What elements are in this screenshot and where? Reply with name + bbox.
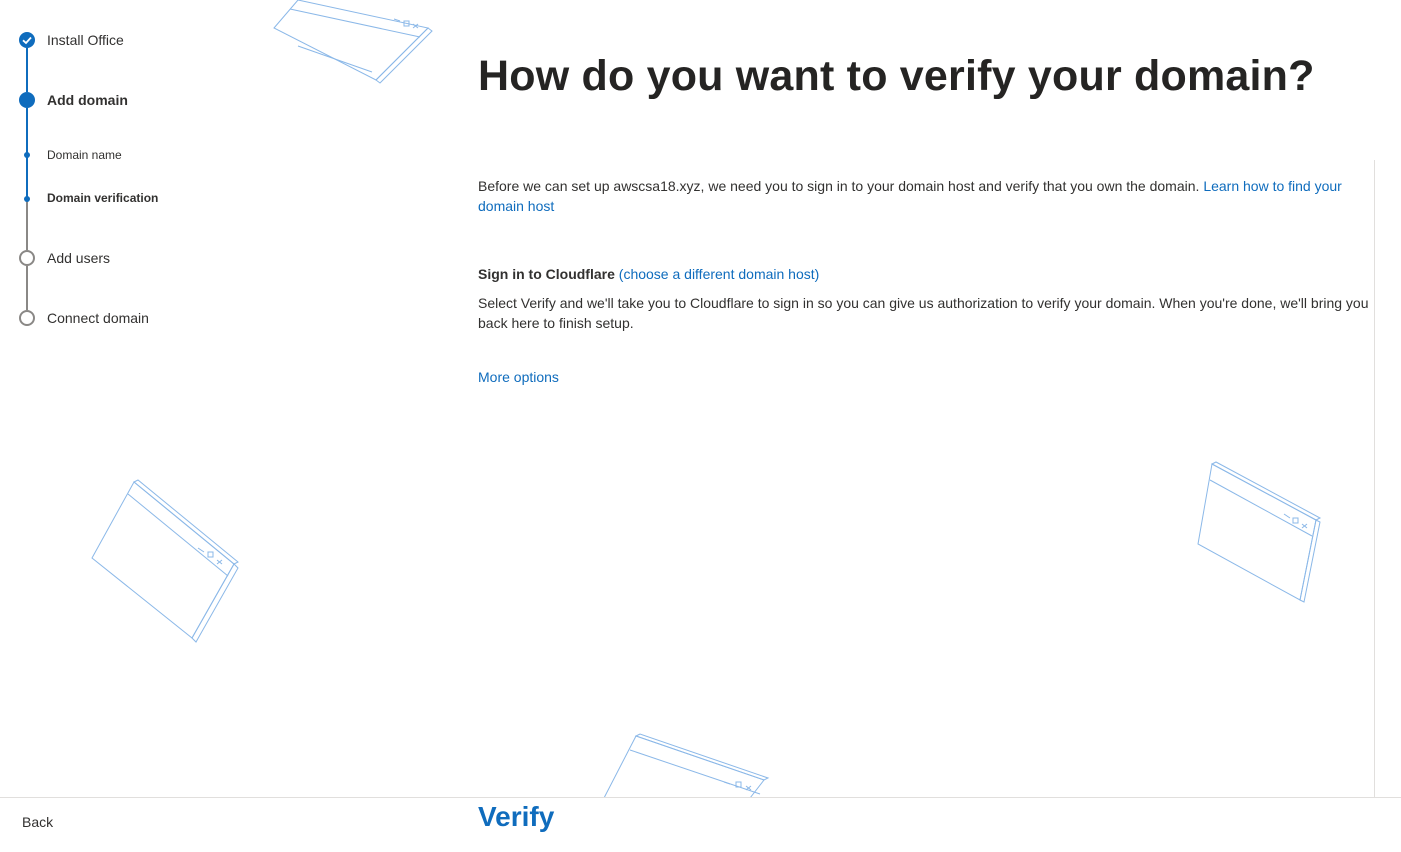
signin-heading-row: Sign in to Cloudflare (choose a differen…	[478, 266, 819, 282]
step-pending-icon	[19, 250, 35, 266]
substep-dot-icon	[24, 196, 30, 202]
step-add-domain: Add domain	[47, 92, 128, 108]
substep-domain-name: Domain name	[47, 148, 122, 162]
stepper-connector	[26, 266, 28, 310]
intro-paragraph: Before we can set up awscsa18.xyz, we ne…	[478, 176, 1358, 216]
signin-body-text: Select Verify and we'll take you to Clou…	[478, 295, 1369, 331]
right-divider	[1374, 160, 1375, 797]
choose-different-host-link[interactable]: (choose a different domain host)	[619, 266, 820, 282]
page-title: How do you want to verify your domain?	[478, 52, 1315, 100]
stepper-connector	[26, 48, 28, 92]
signin-heading: Sign in to Cloudflare	[478, 266, 615, 282]
window-illustration	[91, 479, 239, 643]
substep-dot-icon	[24, 152, 30, 158]
step-pending-icon	[19, 310, 35, 326]
intro-text: Before we can set up awscsa18.xyz, we ne…	[478, 178, 1200, 194]
more-options-link[interactable]: More options	[478, 369, 559, 385]
footer-bar: Back Verify	[0, 797, 1401, 852]
window-illustration	[1197, 461, 1322, 603]
stepper-connector	[26, 200, 28, 250]
back-button[interactable]: Back	[22, 814, 53, 830]
step-install-office: Install Office	[47, 32, 124, 48]
step-current-icon	[19, 92, 35, 108]
step-add-users: Add users	[47, 250, 111, 266]
verify-button[interactable]: Verify	[478, 801, 554, 833]
substep-domain-verification: Domain verification	[47, 191, 159, 205]
setup-progress-stepper: Install Office Add domain Domain name Do…	[0, 0, 300, 400]
window-illustration	[603, 733, 770, 798]
step-connect-domain: Connect domain	[47, 310, 149, 326]
step-complete-check-icon	[19, 32, 35, 48]
